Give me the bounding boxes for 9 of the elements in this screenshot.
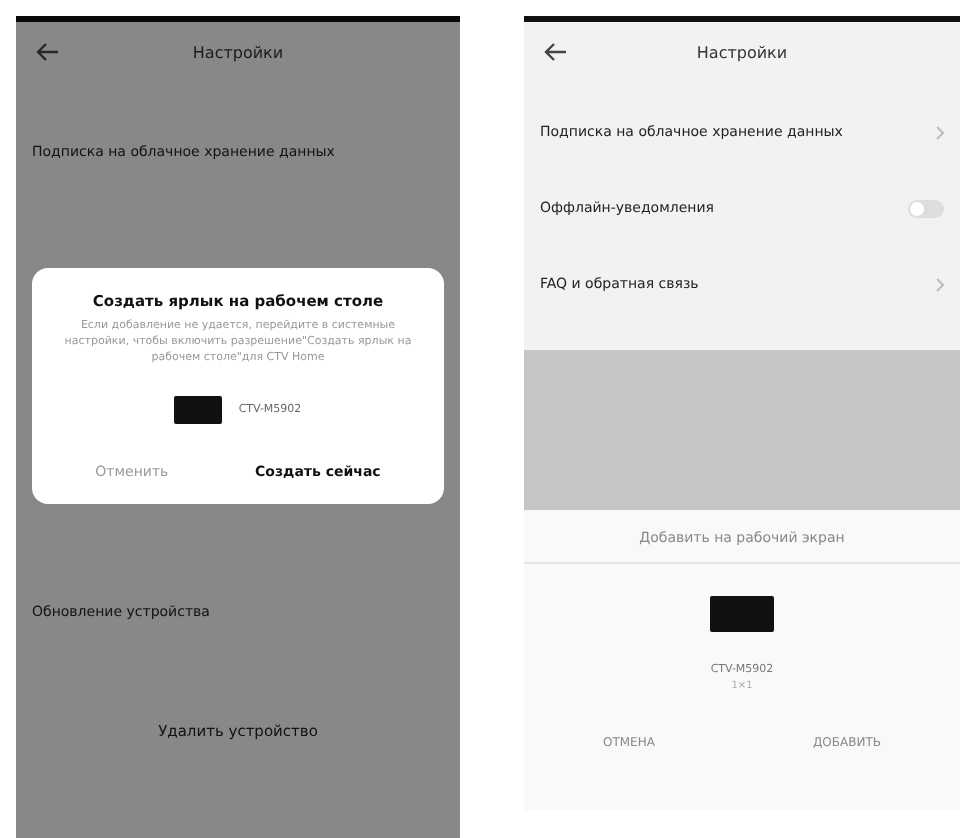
screen-title: Настройки (696, 43, 788, 61)
back-arrow-icon[interactable] (544, 42, 568, 62)
device-thumbnail (710, 596, 774, 632)
device-thumbnail (174, 395, 223, 424)
chevron-icon (936, 277, 944, 291)
toggle-switch[interactable] (908, 199, 944, 217)
screen-title: Настройки (192, 43, 284, 61)
chevron-icon (936, 125, 944, 139)
back-arrow-icon[interactable] (36, 42, 60, 62)
